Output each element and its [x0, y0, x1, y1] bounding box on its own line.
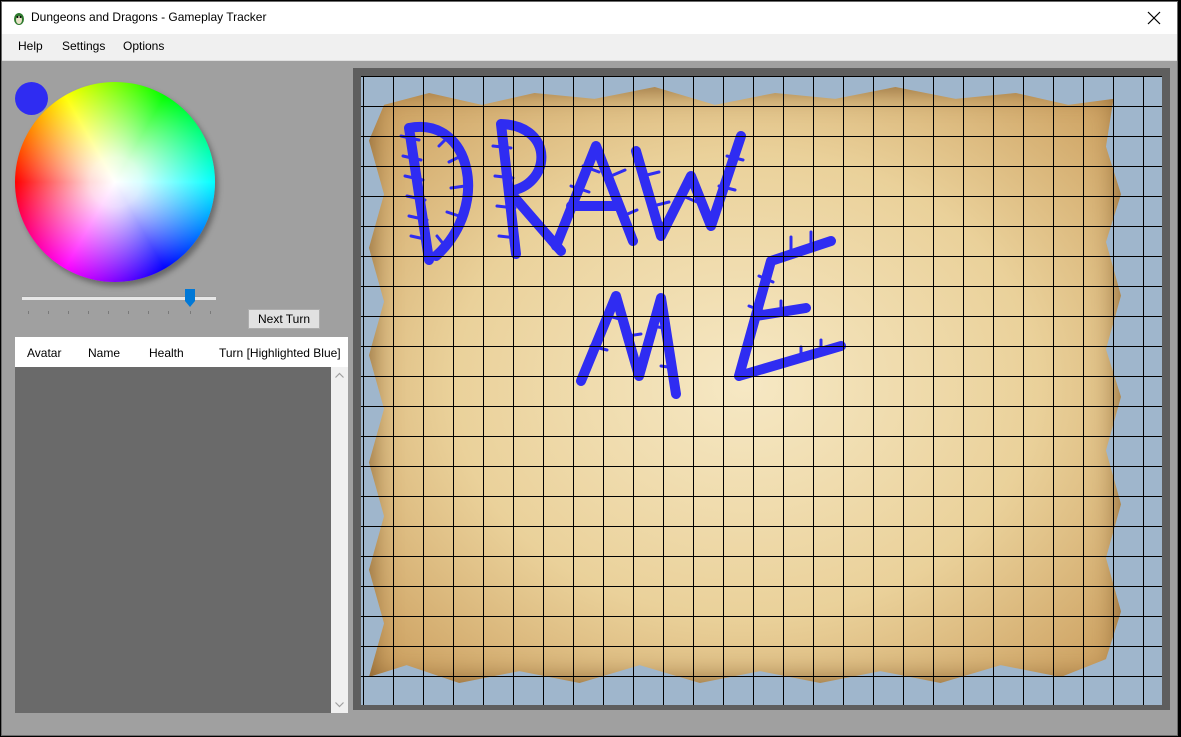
scroll-down-button[interactable]	[331, 696, 348, 713]
column-header-name[interactable]: Name	[88, 346, 120, 360]
chevron-up-icon	[335, 372, 344, 378]
menu-settings[interactable]: Settings	[55, 34, 112, 60]
app-icon	[11, 10, 27, 26]
column-header-avatar[interactable]: Avatar	[27, 346, 61, 360]
menu-bar: Help Settings Options	[2, 34, 1177, 61]
brightness-slider[interactable]	[22, 289, 218, 319]
selected-color-swatch	[15, 82, 48, 115]
table-header: Avatar Name Health Turn [Highlighted Blu…	[15, 337, 348, 367]
map-grid	[361, 76, 1162, 705]
next-turn-button[interactable]: Next Turn	[248, 309, 320, 329]
column-header-turn[interactable]: Turn [Highlighted Blue]	[219, 346, 341, 360]
map-frame	[353, 68, 1170, 710]
map-canvas[interactable]	[361, 76, 1162, 705]
app-window: Dungeons and Dragons - Gameplay Tracker …	[1, 1, 1178, 736]
slider-thumb[interactable]	[185, 289, 195, 307]
title-bar[interactable]: Dungeons and Dragons - Gameplay Tracker	[2, 2, 1177, 34]
window-title: Dungeons and Dragons - Gameplay Tracker	[31, 10, 267, 24]
column-header-health[interactable]: Health	[149, 346, 184, 360]
scroll-up-button[interactable]	[331, 367, 348, 384]
menu-options[interactable]: Options	[116, 34, 171, 60]
table-body[interactable]	[15, 367, 331, 713]
left-panel: Next Turn Avatar Name Health Turn [Highl…	[2, 61, 348, 735]
players-table[interactable]: Avatar Name Health Turn [Highlighted Blu…	[15, 337, 348, 713]
vertical-scrollbar[interactable]	[331, 367, 348, 713]
menu-help[interactable]: Help	[11, 34, 50, 60]
close-icon	[1147, 11, 1161, 25]
chevron-down-icon	[335, 702, 344, 708]
color-wheel[interactable]	[15, 82, 215, 282]
slider-ticks	[22, 311, 216, 315]
close-button[interactable]	[1131, 2, 1177, 34]
